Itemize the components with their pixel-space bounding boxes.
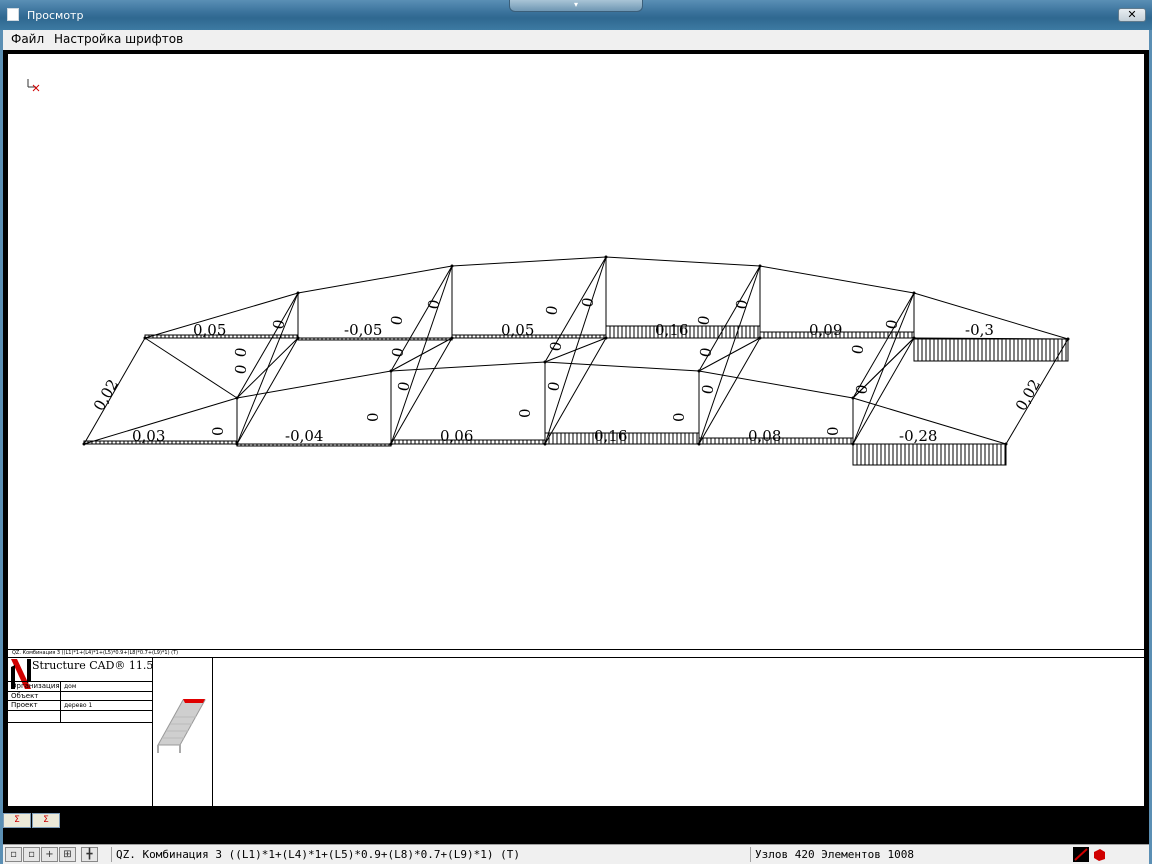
stamp-label-object: Объект [11,692,39,700]
zero-label: 0 [670,412,688,422]
value-bottom-6: -0,28 [899,427,937,445]
value-top-4: 0,16 [655,321,688,339]
value-top-5: 0,09 [809,321,842,339]
chevron-down-icon: ▾ [573,0,578,9]
zero-label: 0 [387,314,406,327]
value-top-2: -0,05 [344,321,382,339]
zero-label: 0 [546,340,565,353]
zero-label: 0 [269,318,288,331]
close-icon: ✕ [1127,8,1137,21]
stamp-label-project: Проект [11,701,38,709]
node [697,369,701,373]
zero-label: 0 [394,380,413,393]
menu-file[interactable]: Файл [11,32,44,46]
drawing-canvas[interactable]: 0,05 -0,05 0,05 0,16 0,09 -0,3 0,03 -0,0… [7,53,1145,807]
zero-label: 0 [848,343,867,356]
zero-label: 0 [824,426,842,436]
toolbar-strip [3,814,1149,844]
stamp-header: QZ. Комбинация 3 ((L1)*1+(L4)*1+(L5)*0.9… [12,650,179,656]
value-top-3: 0,05 [501,321,534,339]
node [389,442,393,446]
value-bottom-4: 0,16 [594,427,627,445]
value-bottom-2: -0,04 [285,427,323,445]
node [697,442,701,446]
node [758,264,762,268]
value-diagonal-left: 0,02 [90,376,122,414]
axis-marker-icon [27,79,40,92]
zero-label: 0 [698,383,717,396]
status-counts: Узлов 420 Элементов 1008 [750,847,1065,862]
node [235,442,239,446]
app-icon [7,8,19,21]
node [450,336,454,340]
crosshair-icon[interactable]: + [41,847,58,862]
zero-label: 0 [852,383,871,396]
window-title: Просмотр [27,9,84,22]
node [296,291,300,295]
node [296,336,300,340]
zero-label: 0 [694,314,713,327]
title-block: QZ. Комбинация 3 ((L1)*1+(L4)*1+(L5)*0.9… [8,649,1144,807]
node [851,442,855,446]
node [758,336,762,340]
status-combination: QZ. Комбинация 3 ((L1)*1+(L4)*1+(L5)*0.9… [111,847,751,862]
menu-bar: Файл Настройка шрифтов [3,30,1149,50]
zero-label: 0 [364,412,382,422]
value-diagonal-right: 0,02 [1012,376,1044,414]
close-button[interactable]: ✕ [1118,8,1146,22]
3d-view-icon[interactable] [1091,847,1107,862]
node [389,369,393,373]
node [851,396,855,400]
node [543,442,547,446]
node [82,442,86,446]
status-bar: ▫ ▫ + ⊞ ╋ QZ. Комбинация 3 ((L1)*1+(L4)*… [3,844,1149,864]
zero-labels: 00000000000000000000000 [209,296,902,436]
pull-down-tab[interactable]: ▾ [509,0,643,12]
menu-font-settings[interactable]: Настройка шрифтов [54,32,183,46]
toolbar-button-2[interactable]: Σ [32,813,60,828]
zero-label: 0 [231,363,250,376]
value-bottom-1: 0,03 [132,427,165,445]
grid-icon[interactable]: ⊞ [59,847,76,862]
node [235,396,239,400]
node [604,255,608,259]
node [143,336,147,340]
value-top-1: 0,05 [193,321,226,339]
zero-label: 0 [544,380,563,393]
value-bottom-5: 0,08 [748,427,781,445]
zero-label: 0 [516,408,534,418]
stamp-label-organization: Организация [11,682,60,690]
stamp-value-project: дерево 1 [64,702,93,709]
export-icon[interactable] [1073,847,1089,862]
node [912,291,916,295]
toolbar-button-1[interactable]: Σ [3,813,31,828]
title-bar: Просмотр ▾ ✕ [0,0,1152,30]
node [450,264,454,268]
window-frame-left [0,30,3,864]
value-top-6: -0,3 [965,321,994,339]
zero-label: 0 [209,426,227,436]
zero-label: 0 [578,296,597,309]
node [604,336,608,340]
node [543,360,547,364]
node [1004,442,1008,446]
zero-label: 0 [231,346,250,359]
value-bottom-3: 0,06 [440,427,473,445]
node [912,336,916,340]
zoom-window-icon[interactable]: ▫ [23,847,40,862]
zero-label: 0 [542,304,561,317]
select-tool-icon[interactable]: ▫ [5,847,22,862]
pan-icon[interactable]: ╋ [81,847,98,862]
stamp-value-organization: дом [64,683,77,690]
model-preview-thumbnail [157,699,206,753]
product-name: Structure CAD® 11.5 [32,659,154,672]
node [1066,337,1070,341]
